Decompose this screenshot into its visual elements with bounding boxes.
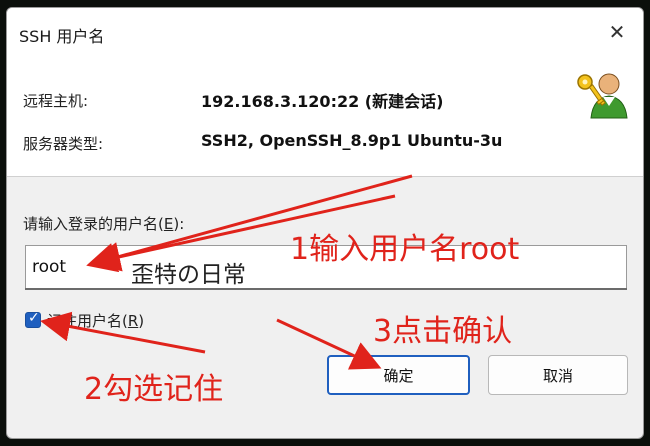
dialog-title: SSH 用户名	[19, 27, 105, 46]
host-value: 192.168.3.120:22 (新建会话)	[201, 92, 444, 111]
ok-button[interactable]: 确定	[327, 355, 470, 395]
annotation-step3: 3点击确认	[373, 314, 513, 349]
remember-username-checkbox[interactable]: ✓	[25, 310, 41, 328]
annotation-step1: 1输入用户名root	[290, 232, 520, 267]
username-prompt-label: 请输入登录的用户名(E):	[23, 215, 185, 233]
annotation-step2: 2勾选记住	[84, 372, 224, 407]
server-type-value: SSH2, OpenSSH_8.9p1 Ubuntu-3u	[201, 131, 503, 150]
title-bar: SSH 用户名 ✕	[7, 8, 643, 56]
remember-username-label[interactable]: 记住用户名(R)	[47, 310, 144, 331]
session-info-panel: 远程主机: 192.168.3.120:22 (新建会话) 服务器类型: SSH…	[7, 56, 643, 177]
server-type-label: 服务器类型:	[23, 135, 104, 153]
close-icon[interactable]: ✕	[605, 20, 629, 44]
host-label: 远程主机:	[23, 92, 89, 110]
cancel-button[interactable]: 取消	[488, 355, 628, 395]
user-with-key-icon	[577, 73, 628, 119]
checkbox-checked-icon: ✓	[28, 310, 40, 326]
input-focus-underline	[25, 288, 627, 290]
